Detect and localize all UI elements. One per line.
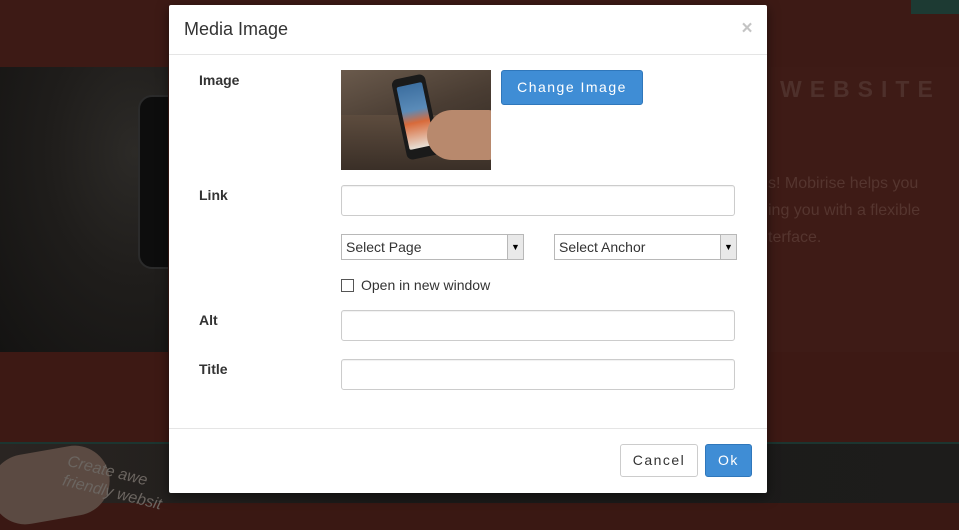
cancel-button[interactable]: Cancel [620,444,698,477]
image-label: Image [199,72,240,88]
select-anchor-dropdown[interactable]: Select Anchor ▼ [554,234,737,260]
media-image-modal: Media Image × Image Change Image Link Se… [169,5,767,493]
modal-footer: Cancel Ok [169,428,767,494]
alt-label: Alt [199,312,218,328]
chevron-down-icon: ▼ [507,235,523,259]
image-thumbnail [341,70,491,170]
link-label: Link [199,187,228,203]
chevron-down-icon: ▼ [720,235,736,259]
close-icon[interactable]: × [739,19,755,38]
select-anchor-value: Select Anchor [559,239,646,255]
background-heading: WEBSITE [780,76,941,102]
select-page-dropdown[interactable]: Select Page ▼ [341,234,524,260]
modal-title: Media Image [184,19,289,39]
change-image-button[interactable]: Change Image [501,70,643,105]
link-input[interactable] [341,185,735,216]
open-new-window-checkbox[interactable] [341,279,354,292]
background-menu-button [911,0,959,14]
ok-button[interactable]: Ok [705,444,752,477]
select-page-value: Select Page [346,239,422,255]
alt-input[interactable] [341,310,735,341]
title-label: Title [199,361,228,377]
open-new-window-label[interactable]: Open in new window [361,277,490,293]
modal-header: Media Image × [169,5,767,55]
background-paragraph: s! Mobirise helps you ing you with a fle… [768,175,921,246]
title-input[interactable] [341,359,735,390]
